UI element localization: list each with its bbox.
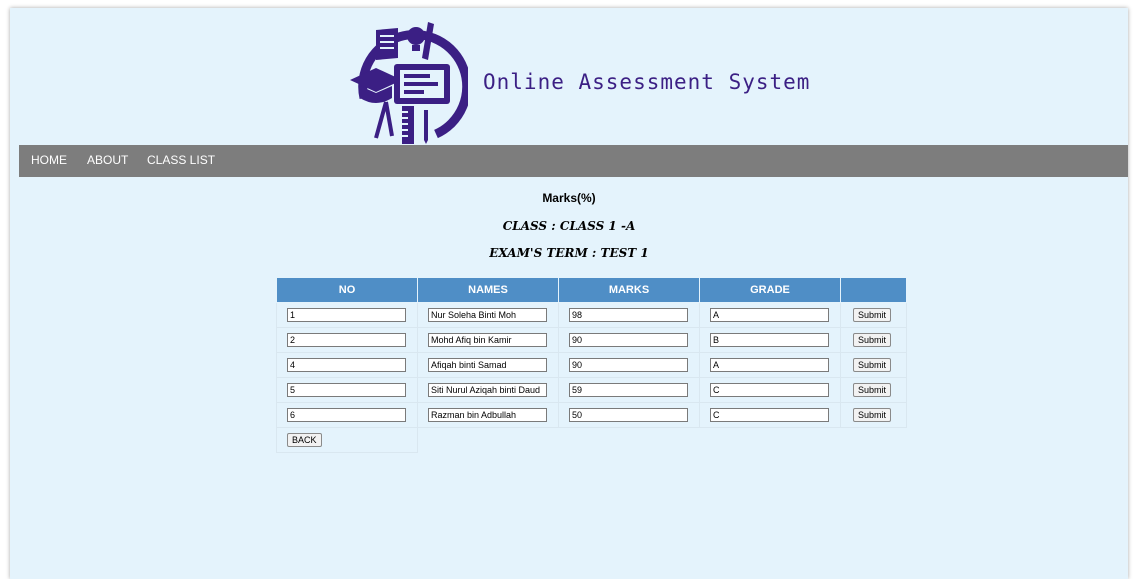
- column-header-no: NO: [276, 277, 418, 303]
- class-heading: CLASS : CLASS 1 -A: [502, 219, 636, 233]
- nav-bar: HOME ABOUT CLASS LIST: [19, 145, 1128, 177]
- column-header-marks: MARKS: [558, 277, 700, 303]
- action-cell: Submit: [840, 302, 907, 328]
- no-cell: [276, 302, 418, 328]
- grade-cell: [699, 352, 841, 378]
- table-row: Submit: [276, 352, 907, 378]
- name-cell: [417, 377, 559, 403]
- table-footer-row: BACK: [276, 427, 907, 453]
- nav-class-list-link[interactable]: CLASS LIST: [147, 153, 215, 167]
- name-cell: [417, 352, 559, 378]
- submit-button[interactable]: Submit: [853, 333, 892, 347]
- page-frame: Online Assessment System HOME ABOUT CLAS…: [10, 8, 1128, 579]
- marks-input[interactable]: [569, 333, 688, 347]
- table-row: Submit: [276, 302, 907, 328]
- column-header-grade: GRADE: [699, 277, 841, 303]
- name-input[interactable]: [428, 358, 547, 372]
- no-input[interactable]: [287, 333, 406, 347]
- grade-input[interactable]: [710, 333, 829, 347]
- marks-input[interactable]: [569, 308, 688, 322]
- name-cell: [417, 327, 559, 353]
- submit-button[interactable]: Submit: [853, 308, 892, 322]
- site-header: Online Assessment System: [10, 8, 1128, 145]
- grade-input[interactable]: [710, 308, 829, 322]
- no-cell: [276, 377, 418, 403]
- no-input[interactable]: [287, 308, 406, 322]
- back-button[interactable]: BACK: [287, 433, 322, 447]
- marks-input[interactable]: [569, 358, 688, 372]
- back-cell: BACK: [276, 427, 418, 453]
- column-header-action: [840, 277, 907, 303]
- no-input[interactable]: [287, 408, 406, 422]
- grade-input[interactable]: [710, 383, 829, 397]
- logo-icon: [350, 22, 468, 144]
- marks-heading: Marks(%): [542, 191, 596, 205]
- grade-cell: [699, 402, 841, 428]
- column-header-names: NAMES: [417, 277, 559, 303]
- no-input[interactable]: [287, 358, 406, 372]
- no-cell: [276, 352, 418, 378]
- grade-cell: [699, 327, 841, 353]
- name-input[interactable]: [428, 308, 547, 322]
- name-cell: [417, 302, 559, 328]
- table-header-row: NO NAMES MARKS GRADE: [276, 277, 907, 303]
- grade-input[interactable]: [710, 358, 829, 372]
- name-input[interactable]: [428, 333, 547, 347]
- marks-cell: [558, 377, 700, 403]
- no-cell: [276, 402, 418, 428]
- marks-table: NO NAMES MARKS GRADE Submit Submit: [276, 277, 907, 453]
- brand-title: Online Assessment System: [483, 70, 811, 94]
- action-cell: Submit: [840, 352, 907, 378]
- no-cell: [276, 327, 418, 353]
- name-input[interactable]: [428, 383, 547, 397]
- grade-cell: [699, 377, 841, 403]
- nav-about-link[interactable]: ABOUT: [87, 153, 128, 167]
- marks-cell: [558, 327, 700, 353]
- submit-button[interactable]: Submit: [853, 408, 892, 422]
- name-cell: [417, 402, 559, 428]
- marks-cell: [558, 352, 700, 378]
- marks-input[interactable]: [569, 408, 688, 422]
- action-cell: Submit: [840, 377, 907, 403]
- exam-term-heading: EXAM'S TERM : TEST 1: [489, 246, 649, 260]
- marks-input[interactable]: [569, 383, 688, 397]
- submit-button[interactable]: Submit: [853, 358, 892, 372]
- action-cell: Submit: [840, 402, 907, 428]
- grade-input[interactable]: [710, 408, 829, 422]
- table-row: Submit: [276, 377, 907, 403]
- table-row: Submit: [276, 327, 907, 353]
- submit-button[interactable]: Submit: [853, 383, 892, 397]
- table-row: Submit: [276, 402, 907, 428]
- no-input[interactable]: [287, 383, 406, 397]
- name-input[interactable]: [428, 408, 547, 422]
- action-cell: Submit: [840, 327, 907, 353]
- marks-cell: [558, 402, 700, 428]
- grade-cell: [699, 302, 841, 328]
- nav-home-link[interactable]: HOME: [31, 153, 67, 167]
- marks-cell: [558, 302, 700, 328]
